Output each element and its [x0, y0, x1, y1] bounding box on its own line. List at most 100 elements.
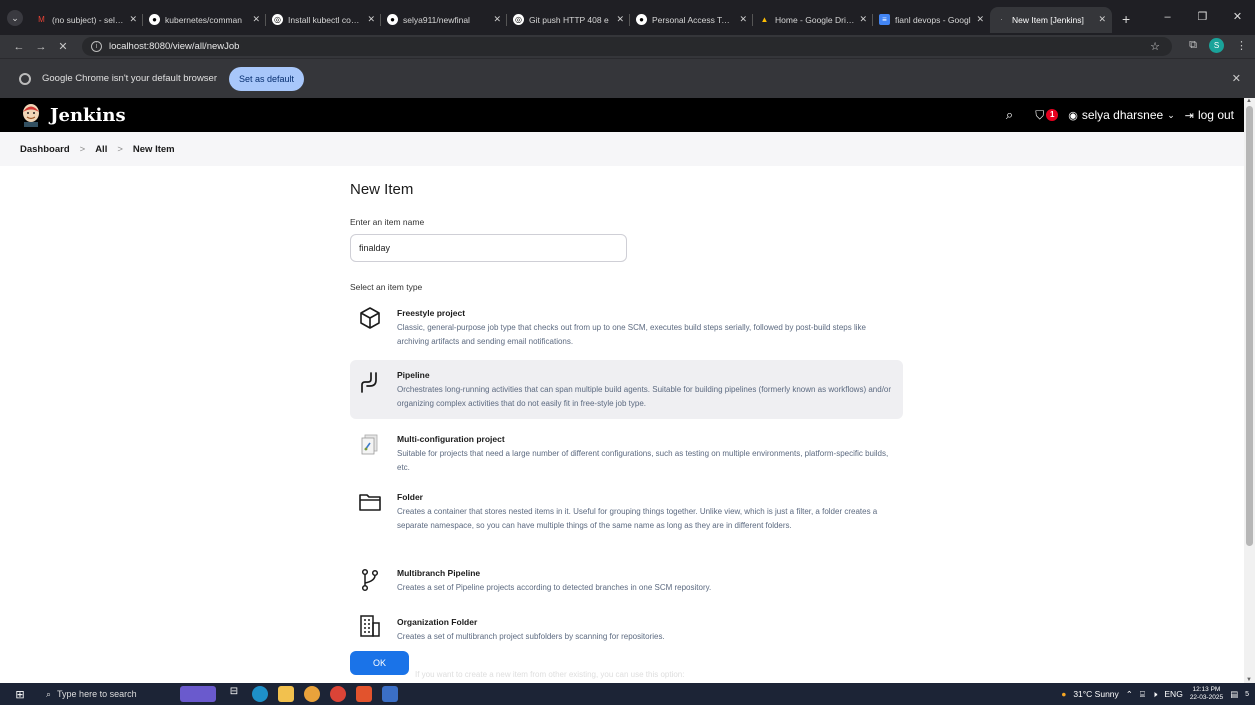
browser-tab[interactable]: ◎ Install kubectl comm ✕: [266, 7, 381, 33]
close-window-icon[interactable]: ✕: [1220, 0, 1255, 35]
browser-tab[interactable]: ● Personal Access Toke ✕: [630, 7, 753, 33]
url-text[interactable]: localhost:8080/view/all/newJob: [109, 41, 239, 52]
news-widget-icon[interactable]: [180, 686, 216, 702]
google-drive-icon: ▲: [760, 15, 769, 24]
clock[interactable]: 12:13 PM 22-03-2025: [1190, 686, 1223, 702]
tab-title: Home - Google Drive: [775, 14, 855, 25]
security-badge[interactable]: 1: [1046, 109, 1059, 121]
office-icon[interactable]: [356, 686, 372, 702]
close-tab-icon[interactable]: ✕: [859, 14, 867, 25]
user-menu[interactable]: selya dharsnee: [1082, 108, 1163, 122]
windows-start-icon[interactable]: ⊞: [0, 688, 40, 701]
omnibox[interactable]: i localhost:8080/view/all/newJob ☆: [82, 37, 1172, 56]
chrome-menu-icon[interactable]: ⋮: [1236, 39, 1247, 52]
copy-from-hint: If you want to create a new item from ot…: [415, 670, 685, 679]
tab-search-icon[interactable]: ⌄: [7, 9, 23, 26]
shield-icon[interactable]: ⛉: [1035, 108, 1044, 123]
stop-icon[interactable]: ✕: [52, 40, 74, 53]
browser-tab[interactable]: ◎ Git push HTTP 408 e ✕: [507, 7, 630, 33]
header-actions: ⌕ ⛉ 1 ◉ selya dharsnee ⌄ ⇥ log out: [1006, 98, 1234, 132]
close-tab-icon[interactable]: ✕: [976, 14, 984, 25]
bookmark-star-icon[interactable]: ☆: [1150, 40, 1160, 53]
language-indicator[interactable]: ENG: [1164, 689, 1182, 699]
page-scrollbar[interactable]: ▲ ▼: [1244, 98, 1255, 683]
close-tab-icon[interactable]: ✕: [493, 14, 501, 25]
browser-tab[interactable]: ● kubernetes/comman ✕: [143, 7, 266, 33]
minimize-icon[interactable]: –: [1150, 0, 1185, 35]
multi-config-icon: [361, 434, 378, 455]
ok-button[interactable]: OK: [350, 651, 409, 675]
address-bar-row: ← → ✕ i localhost:8080/view/all/newJob ☆…: [0, 35, 1255, 58]
logout-link[interactable]: log out: [1198, 108, 1234, 122]
close-tab-icon[interactable]: ✕: [1098, 14, 1106, 25]
browser-tab[interactable]: M (no subject) - selyadh ✕: [30, 7, 143, 33]
new-tab-icon[interactable]: +: [1122, 11, 1130, 27]
breadcrumb-new-item: New Item: [132, 143, 175, 155]
network-icon[interactable]: ⌸: [1140, 689, 1145, 700]
logout-icon: ⇥: [1184, 109, 1194, 122]
set-default-button[interactable]: Set as default: [229, 66, 305, 91]
scroll-up-icon[interactable]: ▲: [1246, 98, 1252, 104]
breadcrumb-all[interactable]: All: [95, 144, 107, 155]
item-type-folder[interactable]: Folder Creates a container that stores n…: [350, 486, 903, 550]
tray-chevron-icon[interactable]: ⌃: [1126, 689, 1133, 700]
taskbar-search[interactable]: ⌕ Type here to search: [40, 683, 166, 705]
chrome-profile-icon[interactable]: [330, 686, 346, 702]
close-tab-icon[interactable]: ✕: [739, 14, 747, 25]
item-type-freestyle[interactable]: Freestyle project Classic, general-purpo…: [350, 302, 903, 352]
jenkins-brand[interactable]: Jenkins: [50, 105, 126, 126]
edge-icon[interactable]: [252, 686, 268, 702]
scrollbar-thumb[interactable]: [1246, 106, 1253, 546]
item-type-description: Orchestrates long-running activities tha…: [397, 385, 892, 408]
extensions-icon[interactable]: ⧉: [1189, 39, 1197, 52]
browser-tab[interactable]: ≡ fianl devops - Googl ✕: [873, 7, 990, 33]
building-icon: [360, 615, 380, 637]
chevron-right-icon: >: [117, 143, 123, 155]
breadcrumb-dashboard[interactable]: Dashboard: [20, 144, 70, 155]
task-view-icon[interactable]: ⊟: [226, 686, 242, 702]
banner-message: Google Chrome isn't your default browser: [42, 73, 218, 84]
file-explorer-icon[interactable]: [278, 686, 294, 702]
weather-text[interactable]: 31°C Sunny: [1073, 689, 1118, 699]
item-type-name: Multi-configuration project: [397, 434, 505, 444]
browser-tab-active[interactable]: · New Item [Jenkins] ✕: [990, 6, 1112, 33]
user-icon: ◉: [1068, 109, 1078, 122]
tab-title: (no subject) - selyadh: [52, 14, 124, 25]
item-type-name: Pipeline: [397, 370, 430, 380]
chrome-app-icon[interactable]: [304, 686, 320, 702]
item-name-input[interactable]: finalday: [350, 234, 627, 262]
close-banner-icon[interactable]: ✕: [1232, 72, 1241, 85]
item-type-description: Creates a container that stores nested i…: [397, 507, 878, 530]
tab-title: selya911/newfinal: [403, 14, 470, 25]
back-icon[interactable]: ←: [8, 41, 30, 53]
item-type-description: Creates a set of Pipeline projects accor…: [397, 583, 712, 592]
search-icon[interactable]: ⌕: [1006, 107, 1013, 123]
notifications-icon[interactable]: ▤: [1230, 689, 1238, 700]
tab-list: M (no subject) - selyadh ✕ ● kubernetes/…: [30, 0, 1130, 35]
chevron-down-icon[interactable]: ⌄: [1167, 110, 1175, 121]
pipeline-icon: [361, 372, 377, 393]
app-icon[interactable]: [382, 686, 398, 702]
volume-icon[interactable]: 🕨: [1152, 689, 1157, 700]
profile-avatar[interactable]: S: [1209, 38, 1224, 53]
item-type-pipeline[interactable]: Pipeline Orchestrates long-running activ…: [350, 360, 903, 419]
close-tab-icon[interactable]: ✕: [367, 14, 375, 25]
branch-icon: [361, 568, 379, 592]
jenkins-logo-icon[interactable]: [20, 103, 42, 127]
item-type-organization-folder[interactable]: Organization Folder Creates a set of mul…: [350, 610, 903, 644]
browser-tab[interactable]: ▲ Home - Google Drive ✕: [753, 7, 873, 33]
browser-tab[interactable]: ● selya911/newfinal ✕: [381, 7, 507, 33]
item-type-multi-configuration[interactable]: Multi-configuration project Suitable for…: [350, 428, 903, 478]
gmail-icon: M: [38, 15, 45, 24]
close-tab-icon[interactable]: ✕: [616, 14, 624, 25]
site-info-icon[interactable]: i: [91, 41, 102, 52]
restore-icon[interactable]: ❐: [1185, 0, 1220, 35]
jenkins-header: Jenkins ⌕ ⛉ 1 ◉ selya dharsnee ⌄ ⇥ log o…: [0, 98, 1244, 132]
cube-icon: [360, 307, 380, 329]
close-tab-icon[interactable]: ✕: [129, 14, 137, 25]
forward-icon[interactable]: →: [30, 41, 52, 53]
item-type-name: Multibranch Pipeline: [397, 568, 481, 578]
close-tab-icon[interactable]: ✕: [252, 14, 260, 25]
item-type-multibranch-pipeline[interactable]: Multibranch Pipeline Creates a set of Pi…: [350, 562, 903, 602]
github-icon: ●: [387, 14, 398, 25]
